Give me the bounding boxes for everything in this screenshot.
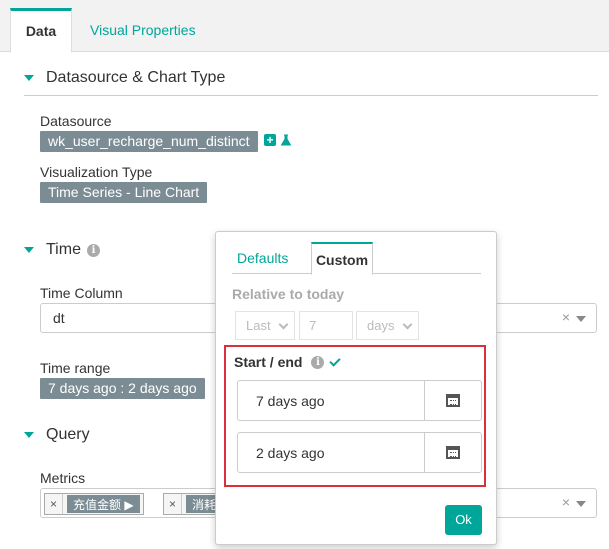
caret-down-icon <box>24 75 34 81</box>
remove-icon[interactable]: × <box>164 494 182 514</box>
time-range-tag[interactable]: 7 days ago : 2 days ago <box>40 378 205 399</box>
time-range-popover: Defaults Custom Relative to today Last 7… <box>215 231 497 545</box>
section-time-title: Time <box>46 241 81 258</box>
metric-chip[interactable]: × 充值金额 ▶ <box>44 493 144 515</box>
relative-unit-select[interactable]: days <box>356 311 419 340</box>
calendar-icon <box>446 446 460 459</box>
clear-icon[interactable]: × <box>562 494 570 510</box>
end-calendar-button[interactable] <box>424 433 481 472</box>
popover-tabs: Defaults Custom <box>232 242 481 275</box>
flask-icon[interactable] <box>280 134 292 146</box>
clear-icon[interactable]: × <box>562 309 570 325</box>
ok-button[interactable]: Ok <box>445 505 482 535</box>
time-column-value: dt <box>53 310 65 326</box>
relative-direction-value: Last <box>246 318 271 333</box>
tab-defaults[interactable]: Defaults <box>237 242 288 274</box>
tab-data[interactable]: Data <box>10 8 72 53</box>
chevron-down-icon[interactable] <box>576 316 586 322</box>
plus-square-icon[interactable]: + <box>264 134 276 146</box>
start-date-input[interactable]: 7 days ago <box>237 380 482 421</box>
relative-amount-value: 7 <box>309 318 317 333</box>
datasource-tag[interactable]: wk_user_recharge_num_distinct <box>40 131 258 152</box>
check-icon <box>329 354 342 367</box>
datasource-actions: + <box>264 134 292 146</box>
viz-type-label: Visualization Type <box>40 164 153 180</box>
end-date-input[interactable]: 2 days ago <box>237 432 482 473</box>
section-datasource-header[interactable]: Datasource & Chart Type <box>24 69 225 87</box>
caret-down-icon <box>24 247 34 253</box>
divider <box>24 95 598 96</box>
calendar-icon <box>446 394 460 407</box>
end-date-value: 2 days ago <box>256 445 325 461</box>
section-query-title: Query <box>46 426 90 443</box>
caret-down-icon <box>24 432 34 438</box>
metrics-label: Metrics <box>40 470 86 486</box>
datasource-label: Datasource <box>40 113 112 129</box>
relative-unit-value: days <box>367 318 395 333</box>
chevron-down-icon <box>402 319 413 330</box>
info-icon: i <box>86 243 100 257</box>
time-column-label: Time Column <box>40 285 123 301</box>
metric-chip-label: 充值金额 ▶ <box>67 495 140 513</box>
start-calendar-button[interactable] <box>424 381 481 420</box>
relative-direction-select[interactable]: Last <box>235 311 295 340</box>
section-query-header[interactable]: Query <box>24 426 90 444</box>
tab-bar: Data Visual Properties <box>0 0 609 53</box>
tab-custom[interactable]: Custom <box>311 242 373 275</box>
section-time-header[interactable]: Time i <box>24 241 100 259</box>
relative-amount-input[interactable]: 7 <box>299 311 353 340</box>
viz-type-tag[interactable]: Time Series - Line Chart <box>40 182 208 203</box>
info-icon: i <box>311 355 325 369</box>
remove-icon[interactable]: × <box>45 494 63 514</box>
start-end-label-row: Start / end i <box>234 354 342 370</box>
chevron-down-icon[interactable] <box>576 501 586 507</box>
start-end-label: Start / end <box>234 354 303 370</box>
section-datasource-title: Datasource & Chart Type <box>46 69 226 86</box>
relative-label: Relative to today <box>232 286 345 302</box>
start-end-highlight: Start / end i 7 days ago 2 days ago <box>224 345 486 487</box>
chevron-down-icon <box>278 319 289 330</box>
start-date-value: 7 days ago <box>256 393 325 409</box>
tab-visual-properties[interactable]: Visual Properties <box>74 8 212 53</box>
time-range-label: Time range <box>40 360 111 376</box>
